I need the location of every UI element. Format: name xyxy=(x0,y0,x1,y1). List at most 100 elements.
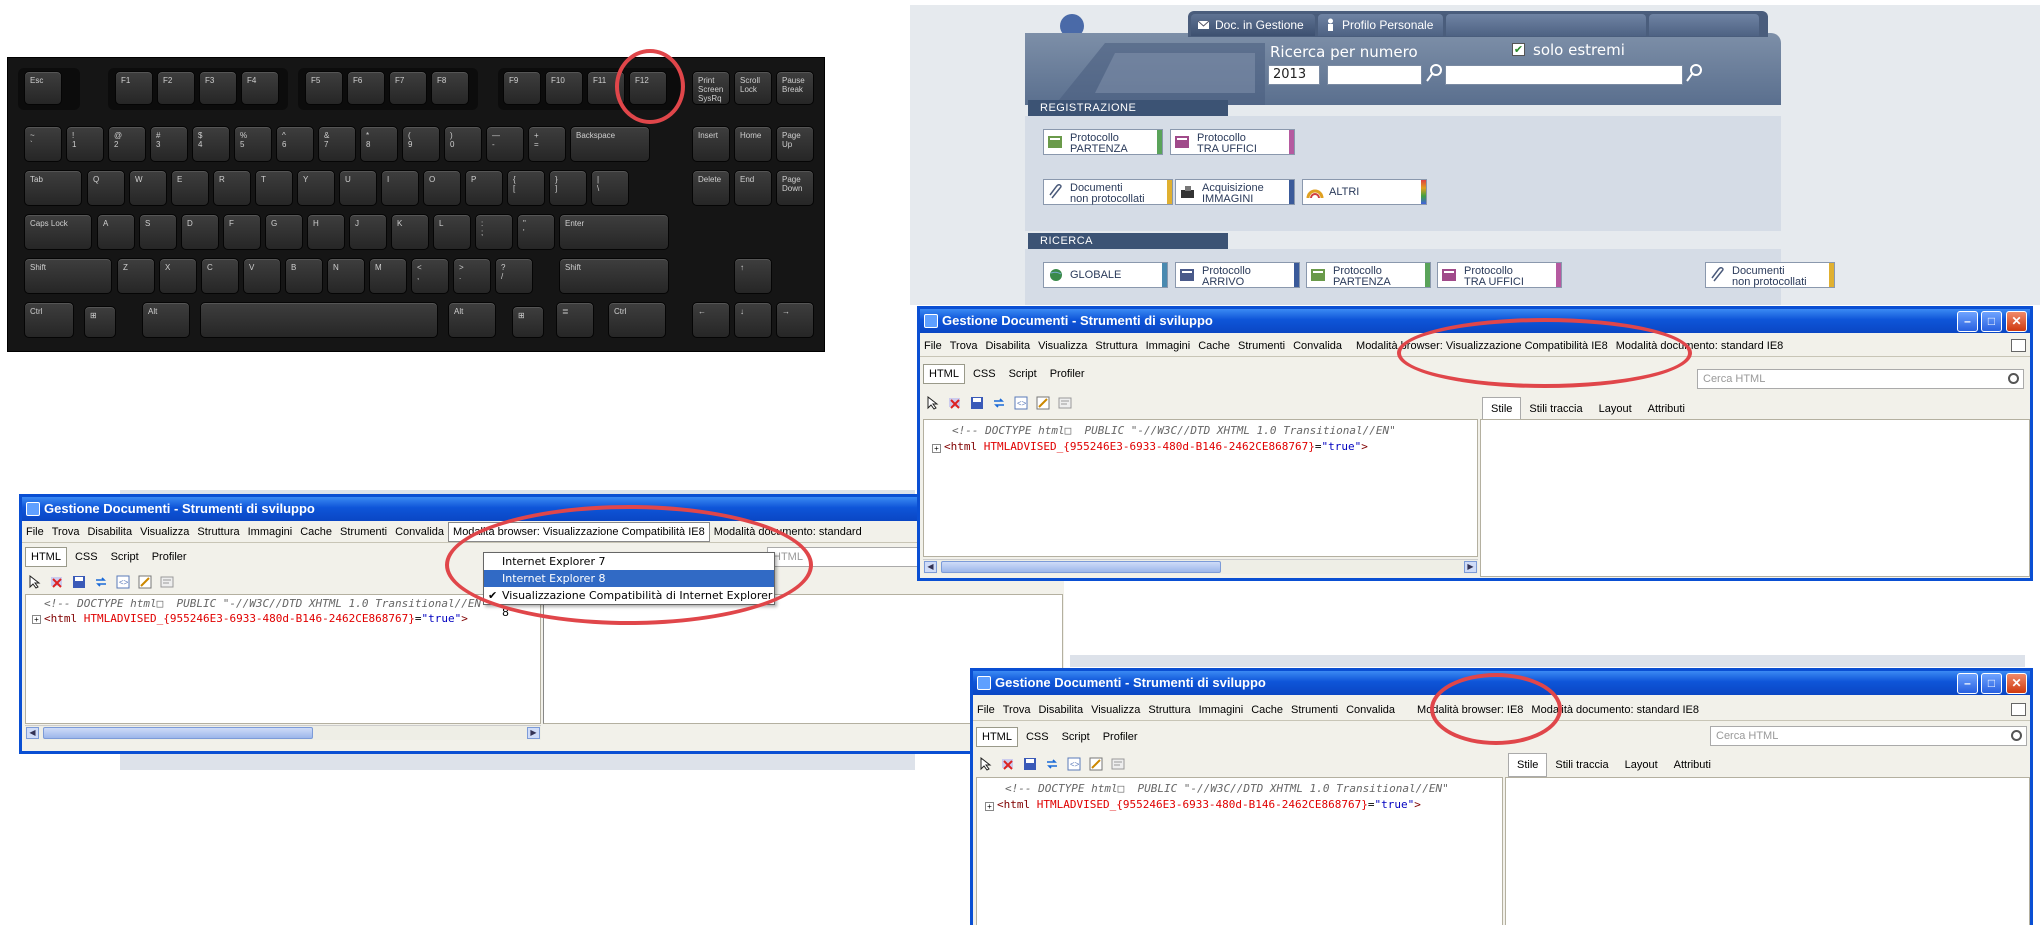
tab-css[interactable]: CSS xyxy=(1021,724,1054,750)
minimize-button[interactable]: – xyxy=(1957,673,1978,694)
scroll-left-icon[interactable]: ◀ xyxy=(26,727,39,739)
close-button[interactable]: ✕ xyxy=(2006,311,2027,332)
tab-profiler[interactable]: Profiler xyxy=(147,544,192,570)
menu-document-mode[interactable]: Modalità documento: standard IE8 xyxy=(1527,699,1703,721)
tab-layout[interactable]: Layout xyxy=(1591,398,1640,420)
menu-strumenti[interactable]: Strumenti xyxy=(1234,335,1289,357)
menu-convalida[interactable]: Convalida xyxy=(391,521,448,543)
tab-empty[interactable] xyxy=(1446,14,1646,36)
menu-visualizza[interactable]: Visualizza xyxy=(1034,335,1091,357)
refresh-icon[interactable] xyxy=(992,396,1006,410)
tab-html[interactable]: HTML xyxy=(25,547,67,567)
refresh-icon[interactable] xyxy=(1045,757,1059,771)
tab-attributi[interactable]: Attributi xyxy=(1666,754,1719,776)
menu-strumenti[interactable]: Strumenti xyxy=(336,521,391,543)
minimize-button[interactable]: – xyxy=(1957,311,1978,332)
edit-icon[interactable] xyxy=(1036,396,1050,410)
tab-profilo-personale[interactable]: Profilo Personale xyxy=(1318,14,1443,36)
clear-icon[interactable] xyxy=(50,575,64,589)
expand-toggle-icon[interactable]: + xyxy=(985,802,994,811)
menu-browser-mode[interactable]: Modalità browser: Visualizzazione Compat… xyxy=(1352,335,1612,357)
dom-icon[interactable]: <> xyxy=(116,575,130,589)
menu-struttura[interactable]: Struttura xyxy=(1144,699,1194,721)
tab-script[interactable]: Script xyxy=(106,544,144,570)
save-icon[interactable] xyxy=(1023,757,1037,771)
restore-icon[interactable] xyxy=(2011,703,2026,716)
option-ie7[interactable]: Internet Explorer 7 xyxy=(484,553,774,570)
extremes-input[interactable] xyxy=(1445,65,1683,85)
btn-protocollo-tra-uffici[interactable]: Protocollo TRA UFFICI xyxy=(1170,129,1295,155)
menu-file[interactable]: File xyxy=(973,699,999,721)
maximize-button[interactable]: □ xyxy=(1981,673,2002,694)
menu-visualizza[interactable]: Visualizza xyxy=(136,521,193,543)
tab-stile[interactable]: Stile xyxy=(1482,397,1522,421)
edit-icon[interactable] xyxy=(138,575,152,589)
tab-empty[interactable] xyxy=(1649,14,1759,36)
btn-documenti-non-protocollati[interactable]: Documenti non protocollati xyxy=(1043,179,1173,205)
menu-file[interactable]: File xyxy=(920,335,946,357)
tab-stili-traccia[interactable]: Stili traccia xyxy=(1521,398,1590,420)
search-icon[interactable] xyxy=(1425,63,1443,83)
menu-file[interactable]: File xyxy=(22,521,48,543)
menu-cache[interactable]: Cache xyxy=(1194,335,1234,357)
solo-estremi-checkbox[interactable]: ✔ xyxy=(1512,43,1525,56)
menu-immagini[interactable]: Immagini xyxy=(1195,699,1248,721)
clear-icon[interactable] xyxy=(948,396,962,410)
expand-toggle-icon[interactable]: + xyxy=(932,444,941,453)
scroll-right-icon[interactable]: ▶ xyxy=(527,727,540,739)
tab-css[interactable]: CSS xyxy=(70,544,103,570)
search-input[interactable]: Cerca HTML xyxy=(1710,726,2027,746)
menu-trova[interactable]: Trova xyxy=(999,699,1035,721)
btn-ricerca-documenti-non-protocollati[interactable]: Documenti non protocollati xyxy=(1705,262,1835,288)
option-compat-ie8[interactable]: ✔ Visualizzazione Compatibilità di Intern… xyxy=(484,587,774,619)
tab-profiler[interactable]: Profiler xyxy=(1045,361,1090,387)
menu-trova[interactable]: Trova xyxy=(48,521,84,543)
close-button[interactable]: ✕ xyxy=(2006,673,2027,694)
year-input[interactable]: 2013 xyxy=(1268,65,1320,85)
tab-script[interactable]: Script xyxy=(1004,361,1042,387)
scroll-thumb[interactable] xyxy=(43,727,313,739)
menu-document-mode[interactable]: Modalità documento: standard xyxy=(710,521,866,543)
word-wrap-icon[interactable] xyxy=(1111,757,1125,771)
menu-visualizza[interactable]: Visualizza xyxy=(1087,699,1144,721)
menu-cache[interactable]: Cache xyxy=(296,521,336,543)
menu-disabilita[interactable]: Disabilita xyxy=(83,521,136,543)
search-icon[interactable] xyxy=(1685,63,1703,83)
btn-altri[interactable]: ALTRI xyxy=(1302,179,1427,205)
html-node[interactable]: <html HTMLADVISED_{955246E3-6933-480d-B1… xyxy=(44,612,468,625)
menu-disabilita[interactable]: Disabilita xyxy=(981,335,1034,357)
expand-toggle-icon[interactable]: + xyxy=(32,615,41,624)
dom-icon[interactable]: <> xyxy=(1067,757,1081,771)
tab-html[interactable]: HTML xyxy=(923,364,965,384)
number-input[interactable] xyxy=(1327,65,1422,85)
tab-layout[interactable]: Layout xyxy=(1617,754,1666,776)
scroll-left-icon[interactable]: ◀ xyxy=(924,561,937,573)
menu-convalida[interactable]: Convalida xyxy=(1289,335,1346,357)
menu-document-mode[interactable]: Modalità documento: standard IE8 xyxy=(1612,335,1788,357)
menu-convalida[interactable]: Convalida xyxy=(1342,699,1399,721)
horizontal-scrollbar[interactable]: ◀ ▶ xyxy=(923,559,1478,574)
btn-globale[interactable]: GLOBALE xyxy=(1043,262,1168,288)
menu-struttura[interactable]: Struttura xyxy=(1091,335,1141,357)
menu-browser-mode[interactable]: Modalità browser: IE8 xyxy=(1413,699,1527,721)
menu-immagini[interactable]: Immagini xyxy=(244,521,297,543)
menu-immagini[interactable]: Immagini xyxy=(1142,335,1195,357)
edit-icon[interactable] xyxy=(1089,757,1103,771)
select-element-icon[interactable] xyxy=(28,575,42,589)
btn-ricerca-protocollo-tra-uffici[interactable]: Protocollo TRA UFFICI xyxy=(1437,262,1562,288)
restore-icon[interactable] xyxy=(2011,339,2026,352)
btn-acquisizione-immagini[interactable]: Acquisizione IMMAGINI xyxy=(1175,179,1295,205)
tab-profiler[interactable]: Profiler xyxy=(1098,724,1143,750)
menu-strumenti[interactable]: Strumenti xyxy=(1287,699,1342,721)
horizontal-scrollbar[interactable]: ◀ ▶ xyxy=(25,725,541,740)
tab-css[interactable]: CSS xyxy=(968,361,1001,387)
tab-html[interactable]: HTML xyxy=(976,727,1018,747)
dom-icon[interactable]: <> xyxy=(1014,396,1028,410)
menu-disabilita[interactable]: Disabilita xyxy=(1034,699,1087,721)
menu-struttura[interactable]: Struttura xyxy=(193,521,243,543)
tab-stile[interactable]: Stile xyxy=(1508,753,1548,777)
html-node[interactable]: <html HTMLADVISED_{955246E3-6933-480d-B1… xyxy=(997,798,1421,811)
select-element-icon[interactable] xyxy=(979,757,993,771)
tab-attributi[interactable]: Attributi xyxy=(1640,398,1693,420)
refresh-icon[interactable] xyxy=(94,575,108,589)
